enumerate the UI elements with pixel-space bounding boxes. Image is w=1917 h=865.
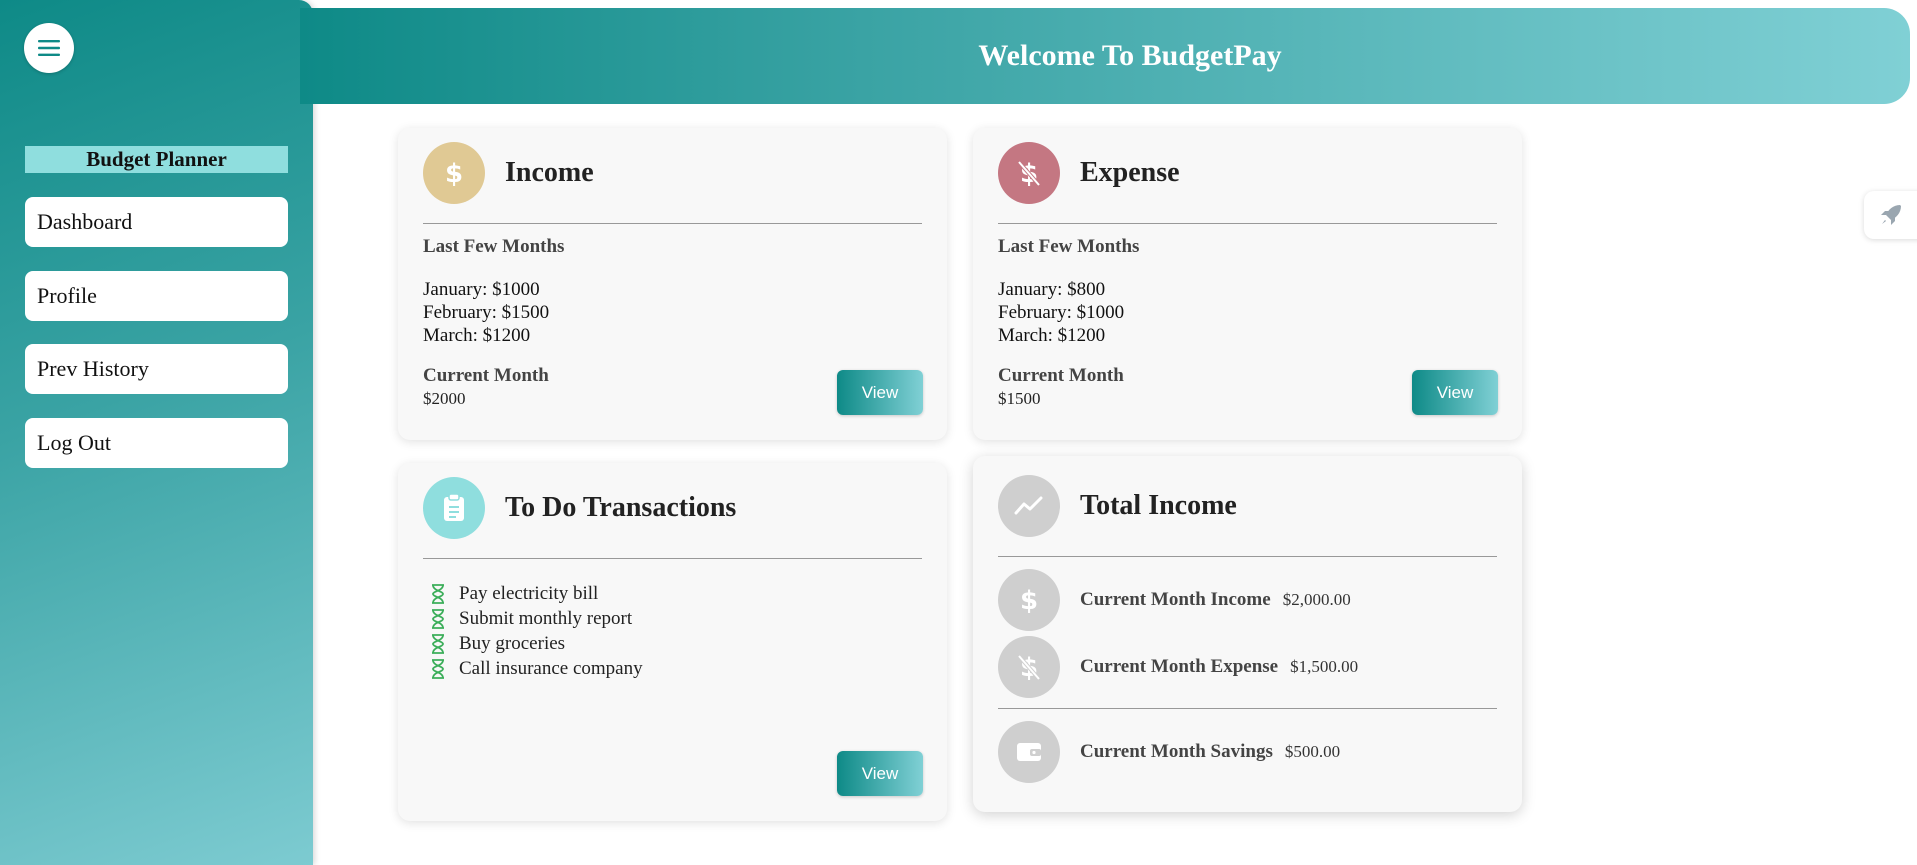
total-card-header: Total Income	[998, 456, 1497, 557]
dollar-off-icon: $	[998, 142, 1060, 204]
expense-card: $ Expense Last Few Months January: $800 …	[973, 128, 1522, 440]
wallet-icon	[998, 720, 1060, 783]
todo-item: Submit monthly report	[431, 606, 922, 631]
dollar-icon: $	[423, 142, 485, 204]
hourglass-icon	[432, 658, 444, 679]
income-subtitle: Last Few Months	[423, 236, 565, 257]
hourglass-icon	[432, 583, 444, 604]
menu-button[interactable]	[24, 23, 74, 73]
income-month-item: March: $1200	[423, 325, 531, 346]
svg-text:$: $	[445, 159, 463, 188]
todo-item: Pay electricity bill	[431, 581, 922, 606]
stat-value: $500.00	[1284, 741, 1341, 761]
stat-label: Current Month Savings	[1080, 740, 1273, 762]
floating-action-button[interactable]	[1864, 191, 1917, 239]
stat-row-savings: Current Month Savings $500.00	[998, 717, 1497, 786]
expense-month-item: March: $1200	[998, 325, 1106, 346]
rocket-icon	[1881, 205, 1901, 225]
svg-text:$: $	[1020, 586, 1038, 615]
expense-month-item: January: $800	[998, 279, 1106, 300]
clipboard-icon	[423, 477, 485, 539]
stat-row-income: $ Current Month Income $2,000.00	[998, 565, 1497, 634]
expense-month-item: February: $1000	[998, 302, 1125, 323]
hourglass-icon	[432, 608, 444, 629]
expense-card-header: $ Expense	[998, 123, 1497, 224]
income-card-header: $ Income	[423, 123, 922, 224]
income-month-item: February: $1500	[423, 302, 550, 323]
expense-month-list: January: $800 February: $1000 March: $12…	[998, 278, 1497, 347]
expense-view-button[interactable]: View	[1412, 370, 1498, 415]
todo-card: To Do Transactions Pay electricity bill …	[398, 463, 947, 821]
dollar-off-icon: $	[998, 636, 1060, 698]
hourglass-icon	[432, 633, 444, 654]
income-card: $ Income Last Few Months January: $1000 …	[398, 128, 947, 440]
todo-title: To Do Transactions	[505, 492, 737, 523]
header-banner: Welcome To BudgetPay	[300, 8, 1910, 104]
income-view-button[interactable]: View	[837, 370, 923, 415]
todo-item-label: Call insurance company	[459, 657, 643, 679]
todo-item: Call insurance company	[431, 656, 922, 681]
stat-label: Current Month Expense	[1080, 656, 1279, 677]
income-month-list: January: $1000 February: $1500 March: $1…	[423, 278, 922, 347]
todo-item-label: Submit monthly report	[459, 607, 633, 629]
trending-up-icon	[998, 475, 1060, 537]
todo-list: Pay electricity bill Submit monthly repo…	[423, 581, 922, 681]
stat-value: $1,500.00	[1290, 657, 1359, 676]
expense-subtitle: Last Few Months	[998, 236, 1140, 257]
sidebar-title: Budget Planner	[25, 146, 288, 173]
sidebar: Budget Planner Dashboard Profile Prev Hi…	[0, 0, 313, 865]
stat-value: $2,000.00	[1282, 589, 1351, 609]
income-month-item: January: $1000	[423, 279, 540, 300]
sidebar-item-logout[interactable]: Log Out	[25, 418, 288, 468]
sidebar-item-dashboard[interactable]: Dashboard	[25, 197, 288, 247]
sidebar-item-profile[interactable]: Profile	[25, 271, 288, 321]
expense-title: Expense	[1080, 157, 1180, 188]
dollar-icon: $	[998, 568, 1060, 631]
hamburger-icon	[38, 40, 60, 56]
todo-card-header: To Do Transactions	[423, 458, 922, 559]
page-title: Welcome To BudgetPay	[978, 39, 1282, 72]
total-title: Total Income	[1080, 490, 1237, 521]
total-income-card: Total Income $ Current Month Income $2,0…	[973, 456, 1522, 812]
stat-label: Current Month Income	[1080, 588, 1271, 610]
stat-row-expense: $ Current Month Expense $1,500.00	[998, 634, 1497, 709]
todo-item-label: Pay electricity bill	[459, 582, 599, 604]
todo-item-label: Buy groceries	[459, 632, 566, 654]
income-title: Income	[505, 157, 594, 188]
todo-view-button[interactable]: View	[837, 751, 923, 796]
todo-item: Buy groceries	[431, 631, 922, 656]
sidebar-item-prev-history[interactable]: Prev History	[25, 344, 288, 394]
